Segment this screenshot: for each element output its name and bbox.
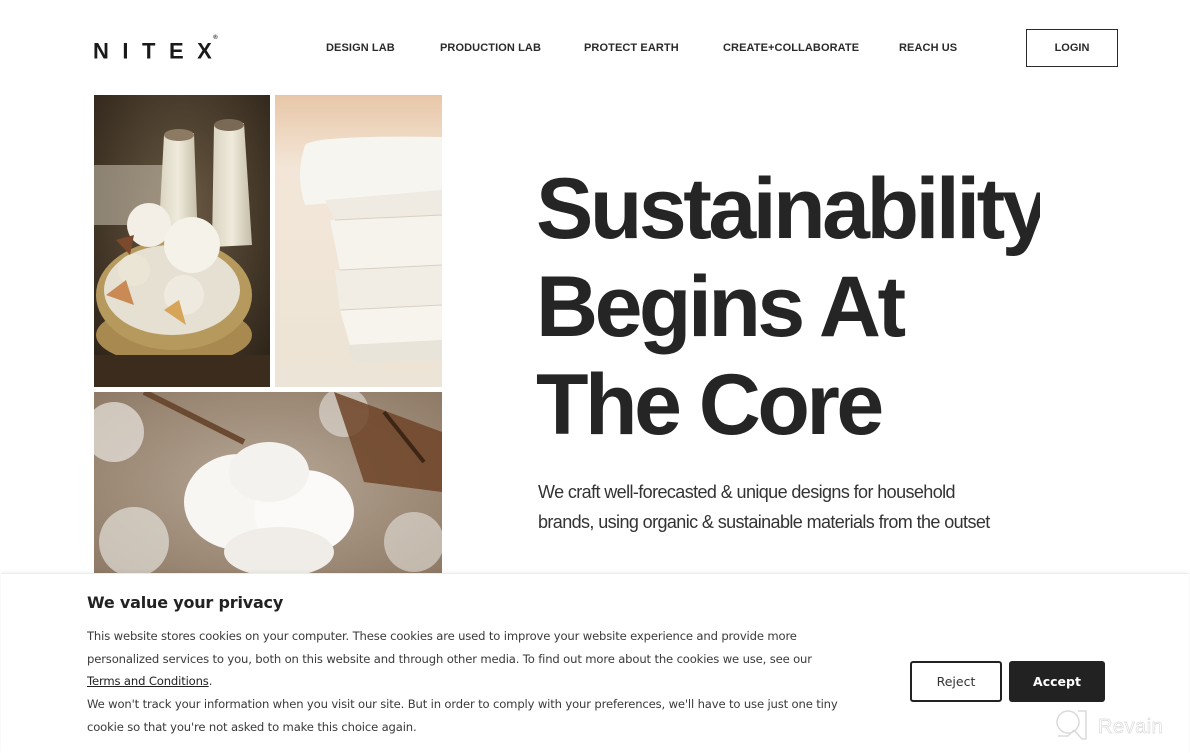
folded-white-fabric-image: [275, 95, 442, 387]
cotton-boll-image: [94, 392, 442, 574]
cookie-body-text-1: This website stores cookies on your comp…: [87, 629, 812, 666]
cookie-body-period: .: [208, 674, 213, 689]
hero-title: Sustainability Begins At The Core: [536, 160, 1040, 454]
hero-title-line-1: Sustainability: [536, 161, 1040, 257]
nav-design-lab[interactable]: DESIGN LAB: [326, 41, 395, 55]
hero-title-line-2: Begins At: [536, 259, 906, 355]
cookie-consent-banner: We value your privacy This website store…: [1, 573, 1189, 753]
accept-button[interactable]: Accept: [1009, 661, 1105, 702]
revain-watermark: Revain: [1054, 708, 1163, 747]
cookie-body: This website stores cookies on your comp…: [87, 625, 847, 739]
hero-subtitle-line-1: We craft well-forecasted & unique design…: [538, 482, 956, 502]
logo-text: NITEX: [93, 38, 226, 64]
cookie-body-text-2: We won't track your information when you…: [87, 697, 838, 734]
nitex-logo[interactable]: NITEX®: [93, 35, 218, 63]
registered-mark: ®: [213, 35, 218, 41]
nav-protect-earth[interactable]: PROTECT EARTH: [584, 41, 679, 55]
basket-with-yarn-cones-image: [94, 95, 270, 387]
revain-logo-icon: [1054, 708, 1088, 747]
nav-production-lab[interactable]: PRODUCTION LAB: [440, 41, 541, 55]
terms-and-conditions-link[interactable]: Terms and Conditions: [87, 674, 209, 688]
hero-subtitle: We craft well-forecasted & unique design…: [538, 477, 1058, 537]
hero-title-line-3: The Core: [536, 357, 884, 453]
cookie-title: We value your privacy: [87, 593, 284, 612]
nav-create-collaborate[interactable]: CREATE+COLLABORATE: [723, 41, 859, 55]
hero-subtitle-line-2: brands, using organic & sustainable mate…: [538, 512, 990, 532]
login-button[interactable]: LOGIN: [1026, 29, 1118, 67]
hero-title-container: Sustainability Begins At The Core: [536, 160, 1040, 460]
nav-reach-us[interactable]: REACH US: [899, 41, 957, 55]
revain-watermark-text: Revain: [1098, 716, 1164, 739]
reject-button[interactable]: Reject: [910, 661, 1002, 702]
